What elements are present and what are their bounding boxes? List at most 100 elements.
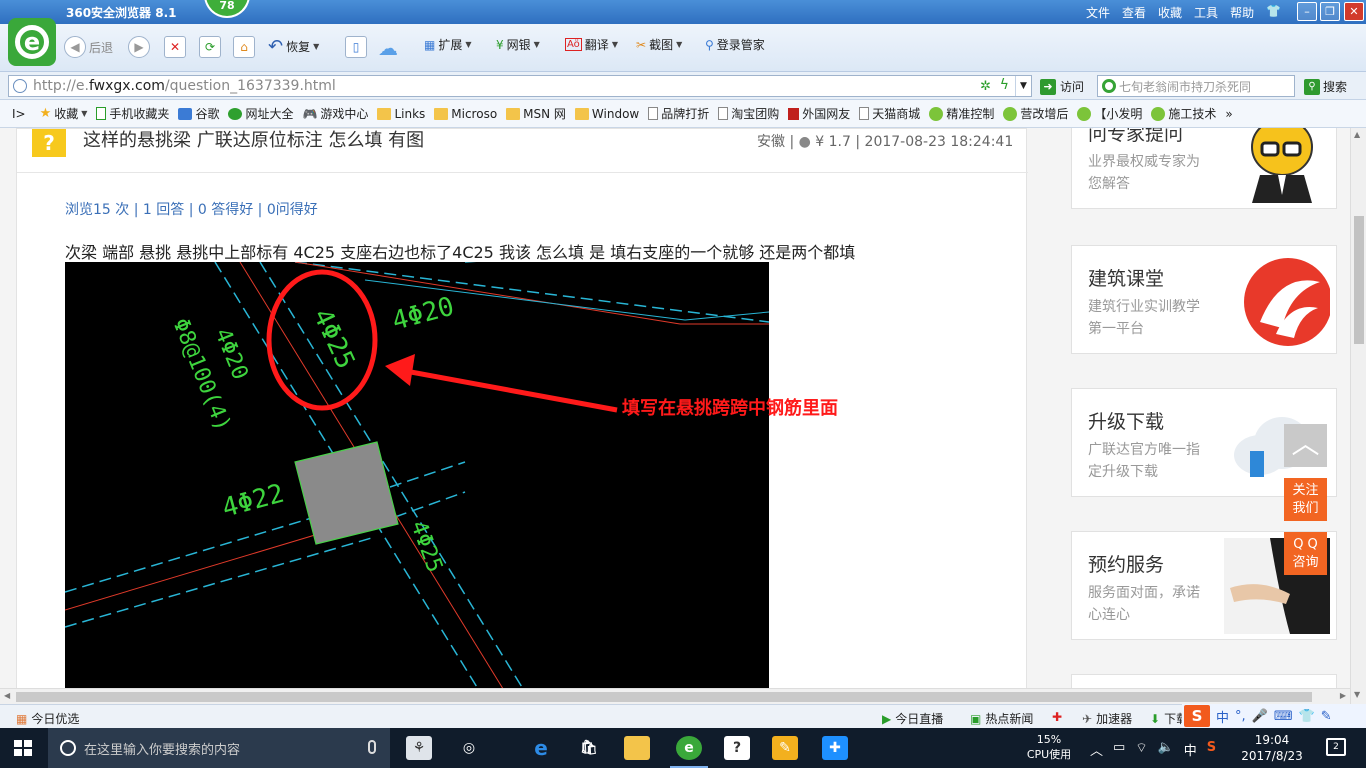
- vertical-scroll-thumb[interactable]: [1354, 216, 1364, 344]
- restore-button[interactable]: ❐: [1320, 2, 1340, 21]
- sidebar-card-expert[interactable]: 问专家提问 业界最权威专家为您解答: [1071, 128, 1337, 209]
- url-path: /question_1637339.html: [164, 78, 336, 94]
- back-to-top-button[interactable]: ︿: [1284, 424, 1327, 467]
- menu-tools[interactable]: 工具: [1194, 4, 1218, 21]
- bookmark-foreign[interactable]: 外国网友: [788, 105, 850, 122]
- menu-favorites[interactable]: 收藏: [1158, 4, 1182, 21]
- horizontal-scrollbar[interactable]: ◀ ▶: [0, 688, 1350, 704]
- bookmark-games[interactable]: 🎮 游戏中心: [302, 105, 368, 122]
- address-bar[interactable]: http://e.fwxgx.com/question_1637339.html…: [8, 75, 1032, 97]
- bookmark-microsoft[interactable]: Microso: [434, 107, 497, 121]
- wifi-icon[interactable]: ⌔: [1135, 740, 1147, 759]
- hot-news-button[interactable]: ▣ 热点新闻: [970, 710, 1033, 727]
- lightning-icon[interactable]: ϟ: [1000, 77, 1009, 93]
- browser-logo[interactable]: e: [8, 18, 56, 66]
- medical-button[interactable]: ✚: [1052, 710, 1062, 724]
- menu-file[interactable]: 文件: [1086, 4, 1110, 21]
- volume-icon[interactable]: 🔈: [1158, 740, 1174, 759]
- keyboard-icon[interactable]: ⌨: [1274, 709, 1293, 724]
- forward-button[interactable]: ▶: [128, 36, 150, 58]
- visit-button[interactable]: ➜ 访问: [1040, 78, 1084, 95]
- sogou-tray-icon[interactable]: S: [1207, 740, 1216, 759]
- home-button[interactable]: ⌂: [233, 36, 255, 58]
- task-view-icon[interactable]: ⚘: [406, 736, 432, 760]
- input-language[interactable]: 中: [1184, 740, 1197, 759]
- score-badge[interactable]: 78: [204, 0, 250, 18]
- taskbar-search-placeholder: 在这里输入你要搜索的内容: [84, 742, 241, 758]
- bookmark-tmall[interactable]: 天猫商城: [859, 105, 920, 122]
- bookmark-favorites[interactable]: ★ 收藏 ▼: [40, 105, 88, 122]
- scroll-right-icon[interactable]: ▶: [1340, 691, 1346, 700]
- browser-360-icon[interactable]: e: [670, 736, 708, 768]
- screenshot-button[interactable]: ✂ 截图 ▼: [636, 36, 682, 53]
- refresh-button[interactable]: ⟳: [199, 36, 221, 58]
- phone-button[interactable]: ▯: [345, 36, 367, 58]
- taskbar-search-input[interactable]: 在这里输入你要搜索的内容: [48, 728, 390, 768]
- cad-drawing-image[interactable]: 4Φ25 4Φ20 Φ8@100(4) 4Φ20 4Φ22 4Φ25: [65, 262, 769, 688]
- folder-icon: [574, 107, 589, 120]
- notepad-icon[interactable]: ✎: [772, 736, 798, 760]
- close-button[interactable]: ✕: [1344, 2, 1364, 21]
- tool-app-icon[interactable]: ✚: [822, 736, 848, 760]
- horizontal-scroll-thumb[interactable]: [16, 692, 1312, 702]
- bookmark-google[interactable]: 谷歌: [178, 105, 219, 122]
- vertical-scrollbar[interactable]: ▲ ▼: [1350, 128, 1366, 704]
- skin-icon[interactable]: 👕: [1299, 709, 1315, 724]
- accelerator-button[interactable]: ✈ 加速器: [1082, 710, 1132, 727]
- microphone-icon[interactable]: [368, 740, 376, 754]
- follow-us-button[interactable]: 关注 我们: [1284, 478, 1327, 521]
- bookmark-construction[interactable]: 施工技术: [1151, 105, 1216, 122]
- chevron-up-icon[interactable]: ︿: [1090, 740, 1103, 759]
- chrome-like-icon[interactable]: ◎: [456, 736, 482, 760]
- bookmark-mobile[interactable]: 手机收藏夹: [96, 105, 169, 122]
- menu-view[interactable]: 查看: [1122, 4, 1146, 21]
- network-icon[interactable]: ▭: [1113, 740, 1125, 759]
- more-bookmarks-icon[interactable]: »: [1225, 107, 1232, 121]
- bookmark-precise[interactable]: 精准控制: [929, 105, 994, 122]
- scroll-down-icon[interactable]: ▼: [1354, 690, 1360, 699]
- help-doc-icon[interactable]: ?: [724, 736, 750, 760]
- sidebar-toggle-icon[interactable]: I>: [12, 107, 26, 121]
- stop-button[interactable]: ✕: [164, 36, 186, 58]
- sogou-logo-icon[interactable]: S: [1184, 705, 1210, 727]
- minimize-button[interactable]: –: [1297, 2, 1317, 21]
- chevron-down-icon[interactable]: ▼: [1015, 76, 1031, 96]
- ime-mode[interactable]: 中: [1216, 707, 1229, 726]
- windows-start-icon[interactable]: [14, 740, 32, 756]
- scroll-left-icon[interactable]: ◀: [4, 691, 10, 700]
- today-pick-button[interactable]: ▦ 今日优选: [16, 710, 79, 727]
- clock[interactable]: 19:04 2017/8/23: [1240, 732, 1304, 764]
- extend-button[interactable]: ▦ 扩展 ▼: [424, 36, 472, 53]
- tools-icon[interactable]: ✎: [1321, 709, 1332, 724]
- back-button[interactable]: ◀ 后退: [64, 36, 113, 58]
- bookmark-vat[interactable]: 营改增后: [1003, 105, 1068, 122]
- translate-button[interactable]: Aö 翻译 ▼: [565, 36, 618, 53]
- scroll-up-icon[interactable]: ▲: [1354, 130, 1360, 139]
- bookmark-msn[interactable]: MSN 网: [506, 105, 566, 122]
- login-manager-button[interactable]: ⚲ 登录管家: [705, 36, 765, 53]
- notification-center-icon[interactable]: 2: [1326, 738, 1346, 756]
- bookmark-brand[interactable]: 品牌打折: [648, 105, 709, 122]
- qq-consult-button[interactable]: Q Q 咨询: [1284, 532, 1327, 575]
- microphone-icon[interactable]: 🎤: [1252, 709, 1268, 724]
- bookmark-windows[interactable]: Window: [574, 107, 639, 121]
- sidebar-card-classroom[interactable]: 建筑课堂 建筑行业实训教学第一平台: [1071, 245, 1337, 354]
- live-button[interactable]: ▶ 今日直播: [882, 710, 943, 727]
- restore-session-button[interactable]: ↶ 恢复 ▼: [268, 36, 319, 57]
- cloud-button[interactable]: ☁: [378, 36, 398, 60]
- tshirt-icon[interactable]: 👕: [1266, 4, 1281, 21]
- store-icon[interactable]: 🛍: [576, 736, 602, 760]
- bookmark-links[interactable]: Links: [377, 107, 425, 121]
- bookmark-sites[interactable]: 网址大全: [228, 105, 293, 122]
- search-button[interactable]: ⚲ 搜索: [1304, 78, 1347, 95]
- edge-icon[interactable]: e: [528, 736, 554, 760]
- punctuation-icon[interactable]: °,: [1235, 709, 1246, 724]
- url-text[interactable]: http://e.fwxgx.com/question_1637339.html: [33, 78, 336, 94]
- bookmark-invention[interactable]: 【小发明: [1077, 105, 1142, 122]
- file-explorer-icon[interactable]: [624, 736, 650, 760]
- cpu-meter[interactable]: 15% CPU使用: [1022, 732, 1076, 762]
- search-input[interactable]: 七旬老翁闹市持刀杀死同: [1097, 75, 1295, 97]
- bookmark-taobao[interactable]: 淘宝团购: [718, 105, 779, 122]
- bank-button[interactable]: ¥ 网银 ▼: [496, 36, 540, 53]
- menu-help[interactable]: 帮助: [1230, 4, 1254, 21]
